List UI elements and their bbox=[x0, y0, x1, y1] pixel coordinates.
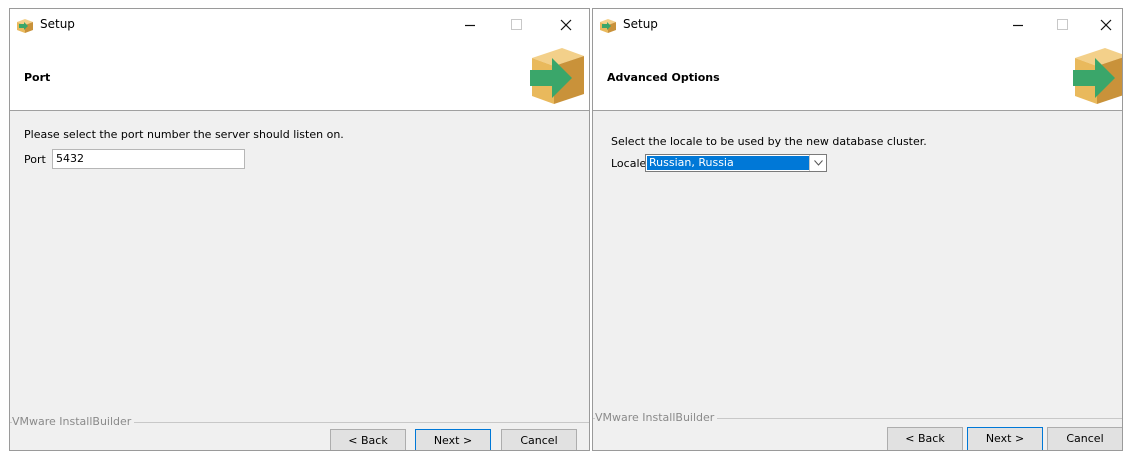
installer-box-icon bbox=[600, 19, 616, 33]
setup-window-port: Setup Port Please select the port number… bbox=[9, 8, 590, 451]
window-title: Setup bbox=[40, 17, 75, 31]
installer-box-icon bbox=[17, 19, 33, 33]
setup-window-advanced-options: Setup Advanced Options Select the locale… bbox=[592, 8, 1123, 451]
page-header: Port bbox=[10, 40, 589, 111]
port-input[interactable]: 5432 bbox=[52, 149, 245, 169]
instruction-text: Select the locale to be used by the new … bbox=[611, 135, 927, 148]
close-icon bbox=[1100, 19, 1112, 30]
cancel-button[interactable]: Cancel bbox=[501, 429, 577, 450]
footer-brand: VMware InstallBuilder bbox=[595, 411, 718, 424]
next-button[interactable]: Next > bbox=[415, 429, 491, 450]
minimize-button[interactable] bbox=[995, 9, 1041, 40]
footer-brand: VMware InstallBuilder bbox=[12, 415, 135, 428]
maximize-button[interactable] bbox=[493, 9, 539, 40]
installer-box-arrow-icon bbox=[530, 48, 584, 104]
close-button[interactable] bbox=[1083, 9, 1122, 40]
locale-select[interactable]: Russian, Russia bbox=[645, 154, 827, 172]
minimize-icon bbox=[1013, 24, 1023, 26]
page-header: Advanced Options bbox=[593, 40, 1122, 111]
close-button[interactable] bbox=[543, 9, 589, 40]
title-bar[interactable]: Setup bbox=[10, 9, 589, 40]
next-button[interactable]: Next > bbox=[967, 427, 1043, 450]
back-button[interactable]: < Back bbox=[887, 427, 963, 450]
maximize-button[interactable] bbox=[1039, 9, 1085, 40]
minimize-button[interactable] bbox=[447, 9, 493, 40]
installer-box-arrow-icon bbox=[1073, 48, 1122, 104]
port-label: Port bbox=[24, 153, 46, 166]
locale-selected-value: Russian, Russia bbox=[647, 156, 809, 170]
back-button[interactable]: < Back bbox=[330, 429, 406, 450]
title-bar[interactable]: Setup bbox=[593, 9, 1122, 40]
chevron-down-icon bbox=[813, 160, 823, 166]
maximize-icon bbox=[510, 19, 522, 30]
page-title: Advanced Options bbox=[607, 71, 720, 84]
page-title: Port bbox=[24, 71, 51, 84]
minimize-icon bbox=[465, 24, 475, 26]
instruction-text: Please select the port number the server… bbox=[24, 128, 344, 141]
locale-label: Locale bbox=[611, 157, 647, 170]
dropdown-arrow[interactable] bbox=[809, 155, 826, 171]
cancel-button[interactable]: Cancel bbox=[1047, 427, 1122, 450]
window-title: Setup bbox=[623, 17, 658, 31]
close-icon bbox=[560, 19, 572, 30]
maximize-icon bbox=[1056, 19, 1068, 30]
